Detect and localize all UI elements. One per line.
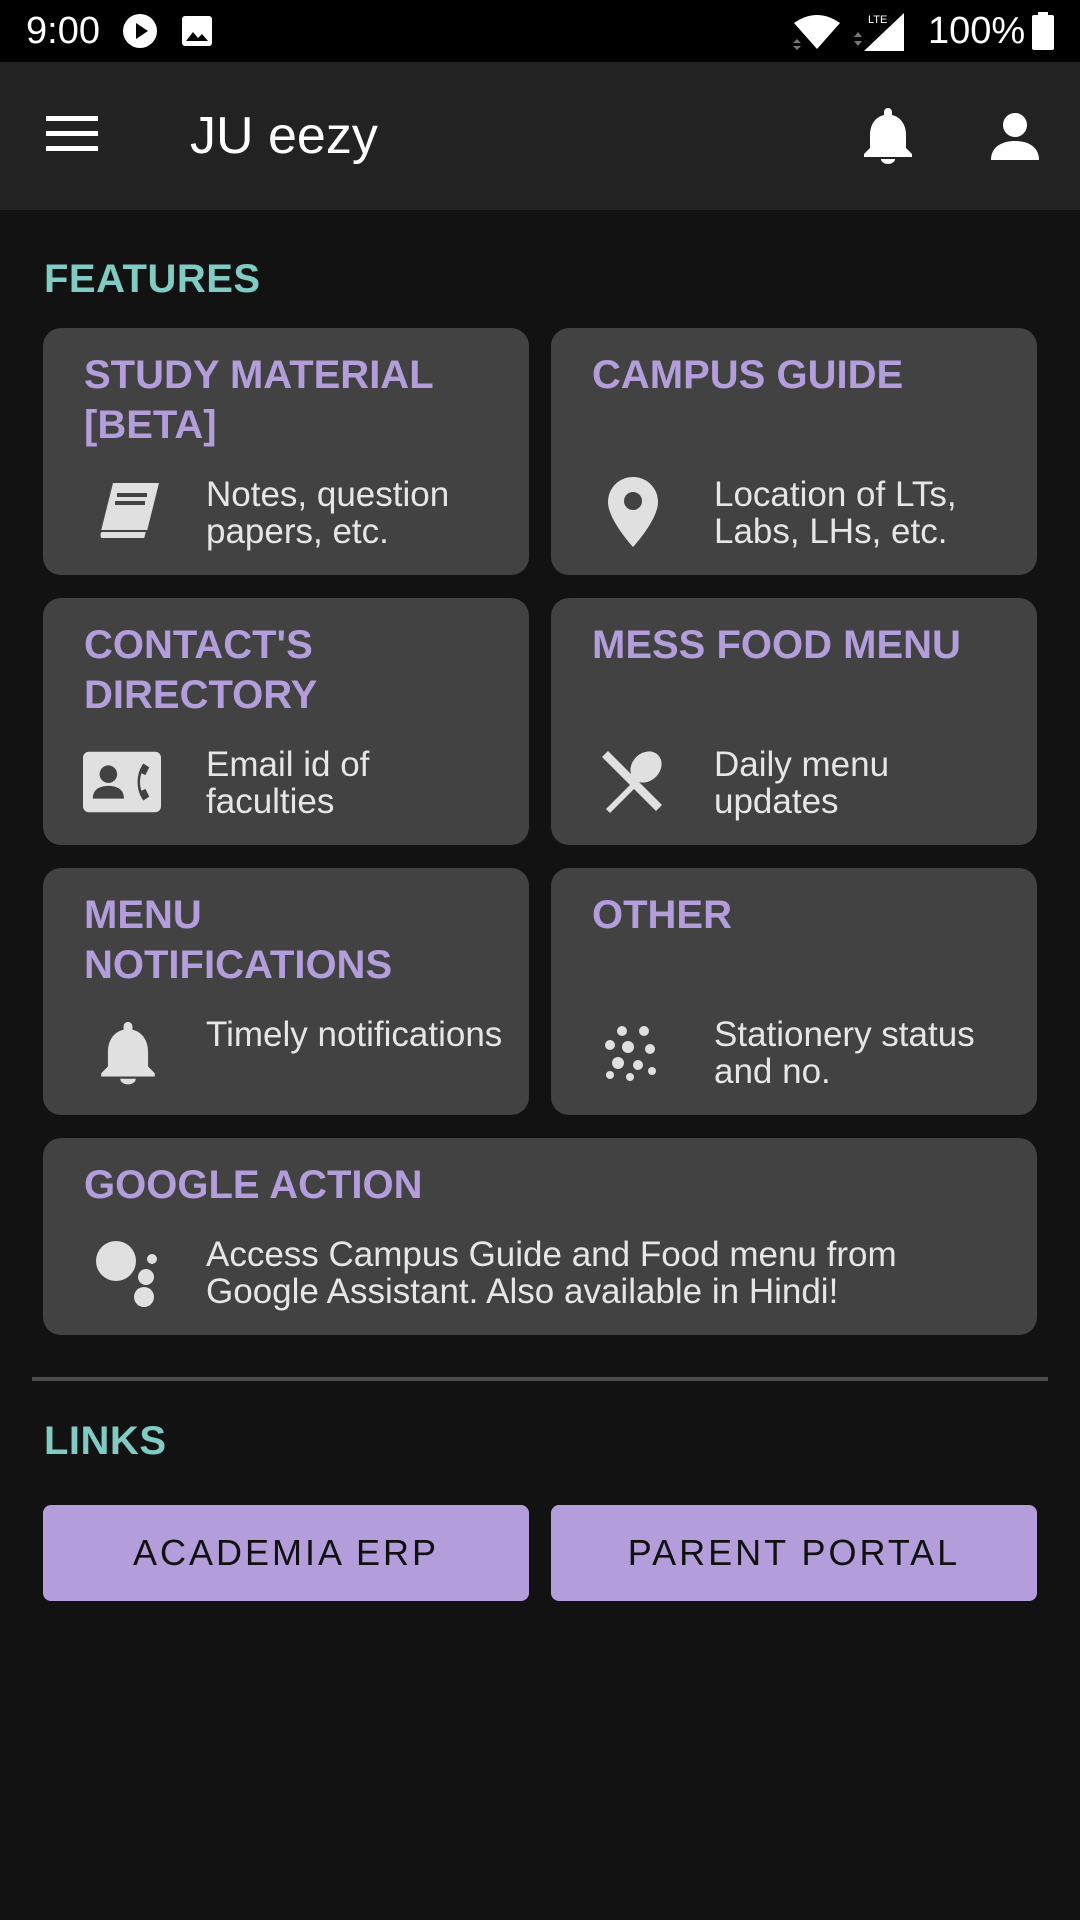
image-icon xyxy=(182,16,212,46)
status-bar: 9:00 LTE 100% xyxy=(0,0,1080,62)
card-title: GOOGLE ACTION xyxy=(84,1163,423,1207)
links-section-title: LINKS xyxy=(44,1419,167,1463)
card-title: CONTACT'S DIRECTORY xyxy=(84,623,318,717)
account-icon[interactable] xyxy=(990,112,1040,160)
card-mess-food-menu[interactable]: MESS FOOD MENU Daily menu updates xyxy=(551,598,1037,845)
wifi-icon xyxy=(793,15,840,50)
play-icon xyxy=(123,14,157,48)
google-assistant-icon xyxy=(89,1233,167,1311)
card-description: Stationery status and no. xyxy=(714,1015,975,1091)
card-title: MENU NOTIFICATIONS xyxy=(84,893,393,987)
utensils-icon xyxy=(594,743,672,821)
parent-portal-button[interactable]: PARENT PORTAL xyxy=(551,1505,1037,1601)
app-bar: JU eezy xyxy=(0,62,1080,210)
app-title: JU eezy xyxy=(190,107,378,165)
card-title: CAMPUS GUIDE xyxy=(592,353,904,397)
network-type-label: LTE xyxy=(868,14,887,26)
battery-icon xyxy=(1032,12,1054,50)
dots-scatter-icon xyxy=(594,1013,672,1091)
status-time: 9:00 xyxy=(26,10,100,52)
card-menu-notifications[interactable]: MENU NOTIFICATIONS Timely notifications xyxy=(43,868,529,1115)
card-campus-guide[interactable]: CAMPUS GUIDE Location of LTs, Labs, LHs,… xyxy=(551,328,1037,575)
card-description: Email id of faculties xyxy=(206,745,370,821)
card-description: Access Campus Guide and Food menu from G… xyxy=(206,1235,897,1311)
location-pin-icon xyxy=(594,473,672,551)
bell-icon xyxy=(89,1013,167,1091)
signal-icon: LTE xyxy=(854,13,904,51)
card-description: Daily menu updates xyxy=(714,745,890,821)
card-contacts-directory[interactable]: CONTACT'S DIRECTORY Email id of facultie… xyxy=(43,598,529,845)
book-icon xyxy=(89,473,167,551)
card-description: Location of LTs, Labs, LHs, etc. xyxy=(714,475,957,551)
academia-erp-button[interactable]: ACADEMIA ERP xyxy=(43,1505,529,1601)
features-section-title: FEATURES xyxy=(44,257,261,301)
card-study-material[interactable]: STUDY MATERIAL [BETA] Notes, question pa… xyxy=(43,328,529,575)
bell-icon[interactable] xyxy=(862,106,914,164)
menu-icon[interactable] xyxy=(46,114,98,154)
card-other[interactable]: OTHER Stationery status and no. xyxy=(551,868,1037,1115)
contact-card-icon xyxy=(83,743,161,821)
card-title: OTHER xyxy=(592,893,732,937)
card-google-action[interactable]: GOOGLE ACTION Access Campus Guide and Fo… xyxy=(43,1138,1037,1335)
card-description: Notes, question papers, etc. xyxy=(206,475,450,551)
card-title: STUDY MATERIAL [BETA] xyxy=(84,353,433,447)
section-divider xyxy=(32,1377,1048,1381)
card-title: MESS FOOD MENU xyxy=(592,623,961,667)
card-description: Timely notifications xyxy=(206,1015,503,1054)
battery-percent: 100% xyxy=(928,10,1026,52)
